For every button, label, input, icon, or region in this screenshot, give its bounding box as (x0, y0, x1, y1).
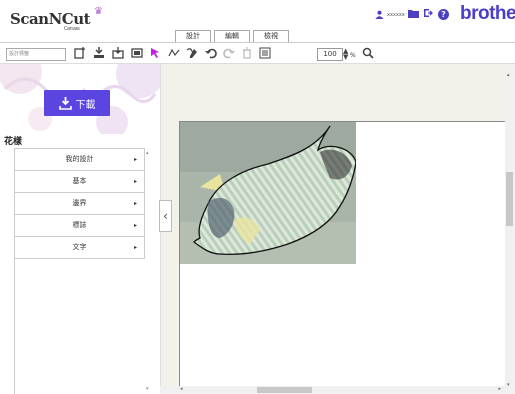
category-label: 邊界 (72, 199, 87, 207)
scroll-down-icon[interactable]: ▾ (507, 382, 510, 388)
category-label: 標誌 (72, 221, 87, 229)
redo-icon[interactable] (222, 47, 236, 61)
canvas-area[interactable] (160, 64, 509, 394)
scroll-left-icon[interactable]: ◂ (180, 386, 183, 392)
collapse-panel-button[interactable]: ‹ (159, 200, 172, 232)
left-panel-scrollbar[interactable]: ▴ ▾ (145, 150, 153, 394)
category-item-logo[interactable]: 標誌 ▸ (14, 215, 145, 237)
image-trace-icon[interactable] (130, 47, 144, 61)
logout-icon[interactable] (422, 8, 434, 20)
pattern-list-area (14, 258, 145, 394)
trash-icon[interactable] (240, 47, 254, 61)
category-label: 基本 (72, 177, 87, 185)
download-icon (58, 96, 72, 110)
design-tag-search-input[interactable]: 設計標籤 (6, 48, 66, 61)
scroll-up-icon[interactable]: ▴ (146, 150, 149, 156)
download-label: 下載 (75, 99, 96, 111)
user-icon (375, 10, 384, 19)
tab-edit[interactable]: 編輯 (214, 30, 250, 42)
category-label: 我的設計 (65, 155, 94, 163)
vertical-scroll-thumb[interactable] (506, 172, 513, 226)
top-bar: ScanNCut Canvas ♛ 設計 編輯 檢視 xxxxxx ? brot… (0, 0, 515, 42)
zoom-input[interactable]: 100 (317, 48, 343, 61)
add-page-icon[interactable] (73, 47, 87, 61)
scroll-down-icon[interactable]: ▾ (146, 386, 149, 392)
arrow-right-icon: ▸ (133, 156, 137, 163)
properties-list-icon[interactable] (258, 47, 272, 61)
select-arrow-icon[interactable] (148, 47, 162, 61)
arrow-right-icon: ▸ (133, 200, 137, 207)
download-button[interactable]: 下載 (44, 90, 110, 116)
canvas-vertical-scrollbar[interactable]: ▴ ▾ (505, 64, 515, 394)
user-account[interactable]: xxxxxx (375, 10, 405, 19)
undo-icon[interactable] (204, 47, 218, 61)
horizontal-scroll-thumb[interactable] (257, 387, 312, 393)
import-icon[interactable] (111, 47, 125, 61)
help-icon[interactable]: ? (438, 9, 449, 20)
arrow-right-icon: ▸ (133, 244, 137, 251)
scanncut-logo: ScanNCut Canvas (10, 10, 91, 32)
category-label: 文字 (72, 243, 87, 251)
scroll-up-icon[interactable]: ▴ (507, 72, 510, 78)
brother-logo: brother (460, 3, 515, 24)
folder-icon[interactable] (407, 8, 419, 20)
category-item-text[interactable]: 文字 ▸ (14, 237, 145, 259)
category-item-border[interactable]: 邊界 ▸ (14, 193, 145, 215)
canvas-horizontal-scrollbar[interactable]: ◂ ▸ (160, 386, 505, 394)
cutting-mat-page[interactable] (179, 121, 509, 394)
scroll-right-icon[interactable]: ▸ (498, 386, 501, 392)
menu-tabs: 設計 編輯 檢視 (175, 30, 292, 42)
tab-view[interactable]: 檢視 (253, 30, 289, 42)
arrow-right-icon: ▸ (133, 222, 137, 229)
category-item-basic[interactable]: 基本 ▸ (14, 171, 145, 193)
category-list: 我的設計 ▸ 基本 ▸ 邊界 ▸ 標誌 ▸ 文字 ▸ (14, 148, 145, 259)
left-panel: 下載 花樣 我的設計 ▸ 基本 ▸ 邊界 ▸ 標誌 ▸ 文字 ▸ ▴ ▾ (0, 64, 160, 394)
toolbar: 設計標籤 100 ▲ ▼ % (0, 42, 515, 64)
zoom-unit: % (350, 52, 356, 59)
freehand-icon[interactable] (185, 47, 199, 61)
user-name: xxxxxx (387, 11, 405, 18)
pattern-category-title: 花樣 (4, 137, 23, 147)
magnifier-icon[interactable] (361, 47, 375, 61)
download-tray-icon[interactable] (92, 47, 106, 61)
angelfish-image[interactable] (180, 122, 356, 264)
logo-subtitle: Canvas (64, 26, 80, 32)
crown-icon: ♛ (94, 6, 103, 17)
category-item-my-designs[interactable]: 我的設計 ▸ (14, 149, 145, 171)
zoom-stepper[interactable]: ▲ ▼ (343, 48, 348, 61)
node-edit-icon[interactable] (167, 47, 181, 61)
arrow-right-icon: ▸ (133, 178, 137, 185)
tab-design[interactable]: 設計 (175, 30, 211, 42)
